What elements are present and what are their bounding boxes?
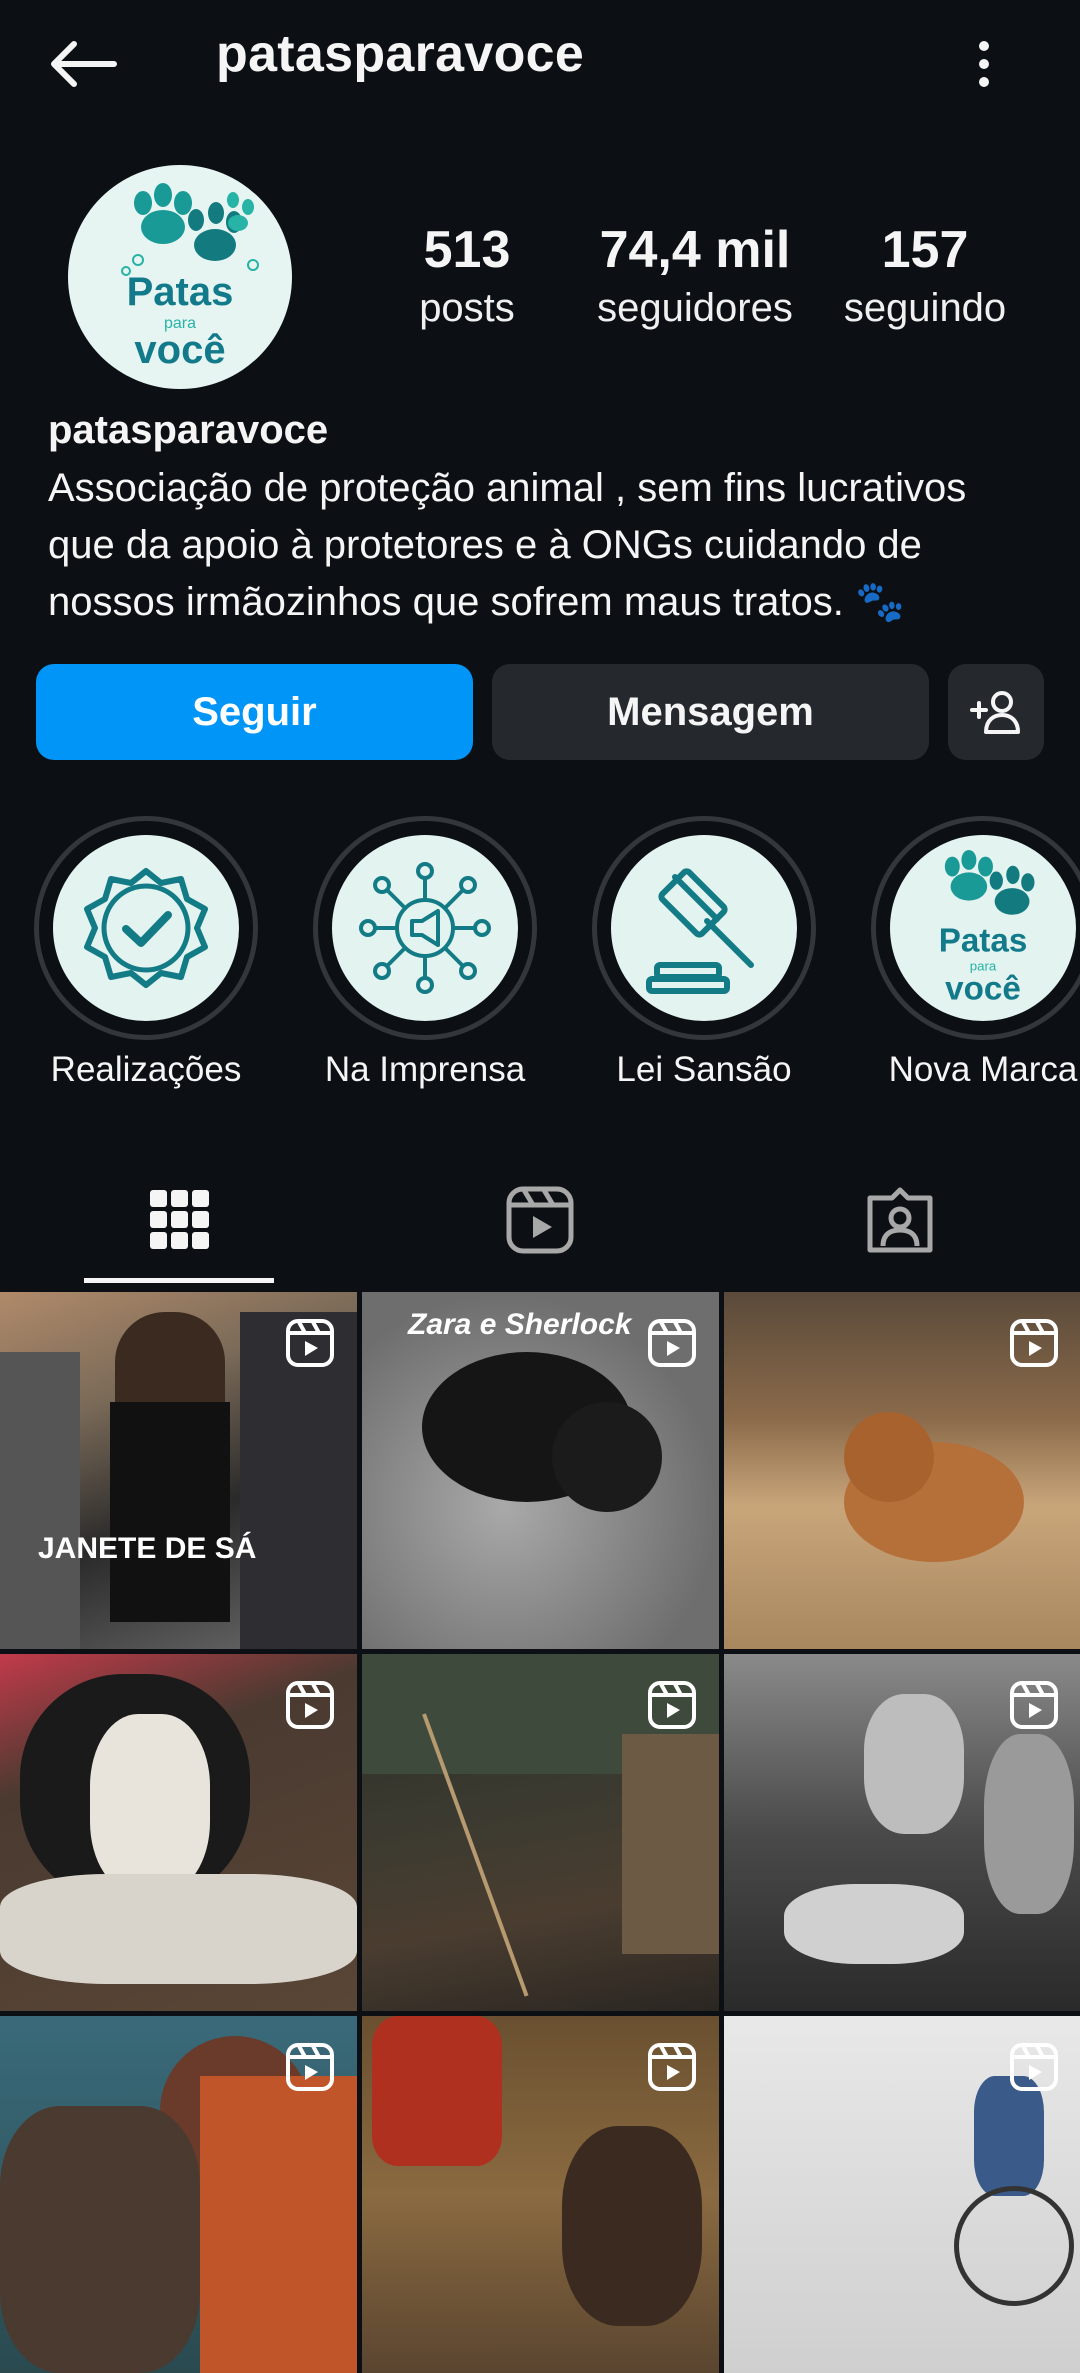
post-figure — [200, 2076, 357, 2373]
highlight-label: Nova Marca — [888, 1050, 1078, 1089]
profile-name: patasparavoce — [48, 408, 329, 452]
logo-text-voce: você — [134, 328, 225, 372]
active-tab-indicator — [84, 1278, 274, 1283]
highlight-ring — [313, 816, 537, 1040]
reel-badge-icon — [648, 1681, 696, 1729]
patas-logo: Patas para você — [121, 183, 259, 372]
post-figure — [0, 2106, 200, 2373]
reel-badge-icon — [1010, 2043, 1058, 2091]
post-figure — [552, 1402, 662, 1512]
highlight-cover: Patas para você — [890, 835, 1076, 1021]
reel-badge-icon — [286, 2043, 334, 2091]
highlight-realizacoes[interactable]: Realizações — [34, 816, 258, 1089]
profile-tabs — [0, 1150, 1080, 1290]
stat-following[interactable]: 157 seguindo — [830, 220, 1020, 336]
post-overlay-text: JANETE DE SÁ — [38, 1532, 257, 1565]
bio-line: Associação de proteção animal , sem fins… — [48, 466, 967, 510]
highlight-cover — [332, 835, 518, 1021]
highlight-nova-marca[interactable]: Patas para você Nova Marca — [871, 816, 1080, 1089]
logo-text-voce: você — [945, 970, 1021, 1007]
post-figure — [784, 1884, 964, 1964]
grid-post[interactable] — [362, 1654, 719, 2011]
highlight-cover — [53, 835, 239, 1021]
highlight-ring — [34, 816, 258, 1040]
bio-line: que da apoio à protetores e à ONGs cuida… — [48, 523, 922, 567]
post-figure — [0, 1874, 357, 1984]
megaphone-network-icon — [359, 862, 491, 994]
check-badge-icon — [84, 868, 208, 988]
grid-post[interactable] — [0, 2016, 357, 2373]
grid-icon — [150, 1190, 209, 1249]
highlight-ring: Patas para você — [871, 816, 1080, 1040]
tab-tagged[interactable] — [720, 1150, 1080, 1290]
message-button[interactable]: Mensagem — [492, 664, 929, 760]
stat-following-label: seguindo — [843, 286, 1007, 330]
post-overlay-text: Zara e Sherlock — [408, 1308, 632, 1341]
avatar[interactable]: Patas para você — [68, 165, 292, 389]
reel-badge-icon — [1010, 1681, 1058, 1729]
grid-post[interactable]: JANETE DE SÁ — [0, 1292, 357, 1649]
post-figure — [562, 2126, 702, 2326]
post-figure — [984, 1734, 1074, 1914]
post-figure — [90, 1714, 210, 1894]
post-figure — [864, 1694, 964, 1834]
add-user-icon — [970, 691, 1020, 734]
more-options-icon[interactable] — [960, 34, 1008, 94]
post-figure — [974, 2076, 1044, 2196]
highlight-cover — [611, 835, 797, 1021]
stat-posts-value: 513 — [423, 221, 511, 279]
grid-post[interactable] — [724, 1292, 1080, 1649]
stat-followers-label: seguidores — [597, 286, 793, 330]
grid-post[interactable] — [724, 2016, 1080, 2373]
stat-followers-value: 74,4 mil — [599, 221, 791, 279]
grid-post[interactable] — [724, 1654, 1080, 2011]
grid-post[interactable]: Zara e Sherlock — [362, 1292, 719, 1649]
reels-icon — [506, 1186, 574, 1254]
stat-following-value: 157 — [881, 221, 969, 279]
add-user-button[interactable] — [948, 664, 1044, 760]
grid-post[interactable] — [362, 2016, 719, 2373]
profile-handle-title: patasparavoce — [216, 25, 585, 83]
highlight-ring — [592, 816, 816, 1040]
top-bar: patasparavoce — [0, 0, 1080, 125]
stat-posts-label: posts — [419, 286, 515, 330]
follow-button[interactable]: Seguir — [36, 664, 473, 760]
reel-badge-icon — [648, 1319, 696, 1367]
post-figure — [0, 1352, 80, 1649]
gavel-icon — [646, 868, 754, 994]
logo-text-patas: Patas — [939, 922, 1028, 959]
tagged-icon — [867, 1187, 933, 1253]
reel-badge-icon — [1010, 1319, 1058, 1367]
stat-posts[interactable]: 513 posts — [400, 220, 534, 336]
reel-badge-icon — [286, 1681, 334, 1729]
profile-bio: Associação de proteção animal , sem fins… — [48, 460, 1048, 631]
post-figure — [372, 2016, 502, 2166]
back-arrow-icon[interactable] — [44, 34, 124, 94]
post-figure — [110, 1402, 230, 1622]
reel-badge-icon — [648, 2043, 696, 2091]
patas-logo: Patas para você — [939, 849, 1035, 1007]
tab-posts[interactable] — [0, 1150, 360, 1290]
tab-reels[interactable] — [360, 1150, 720, 1290]
post-figure — [954, 2186, 1074, 2306]
highlight-lei-sansao[interactable]: Lei Sansão — [592, 816, 816, 1089]
stat-followers[interactable]: 74,4 mil seguidores — [580, 220, 810, 336]
highlight-na-imprensa[interactable]: Na Imprensa — [313, 816, 537, 1089]
post-figure — [622, 1734, 719, 1954]
logo-text-patas: Patas — [127, 270, 234, 314]
grid-post[interactable] — [0, 1654, 357, 2011]
bio-line: nossos irmãozinhos que sofrem maus trato… — [48, 580, 905, 624]
post-figure — [844, 1412, 934, 1502]
reel-badge-icon — [286, 1319, 334, 1367]
